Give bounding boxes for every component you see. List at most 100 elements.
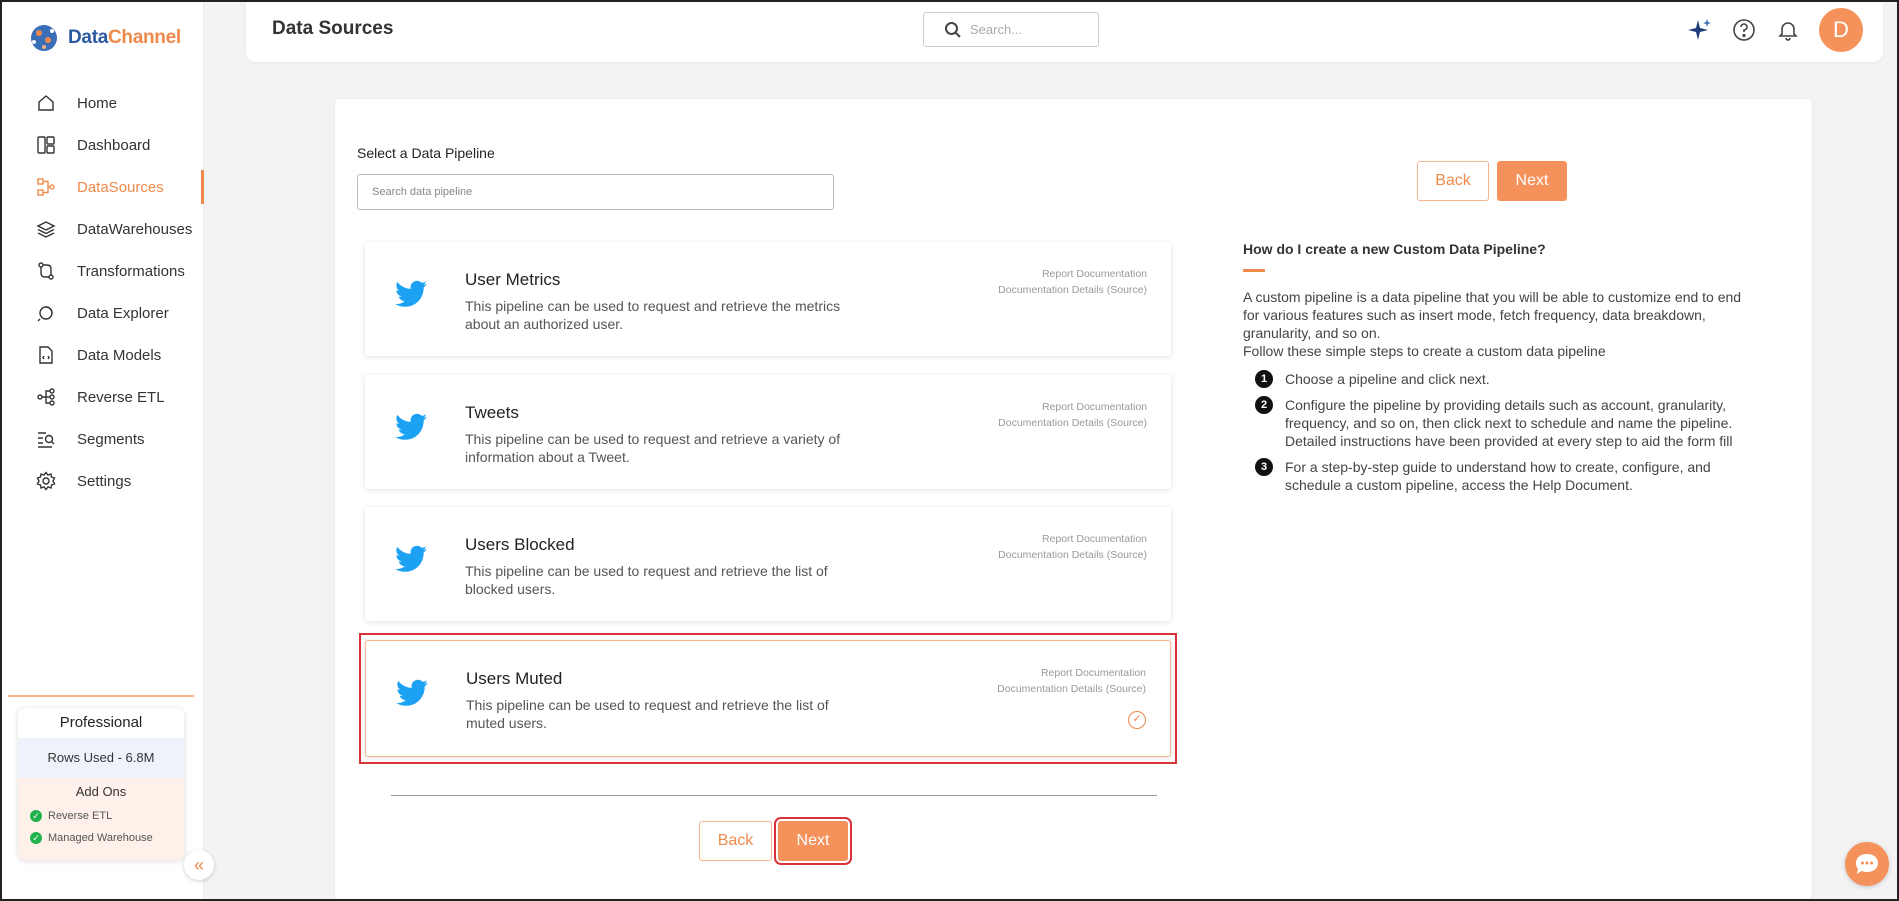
sidebar-item-label: Transformations [77,262,185,280]
pipeline-card-users-muted[interactable]: Users Muted This pipeline can be used to… [365,640,1171,757]
step-number: 1 [1255,370,1273,388]
check-circle-icon: ✓ [1128,711,1146,729]
segments-icon [35,428,57,450]
dashboard-icon [35,134,57,156]
report-documentation-link[interactable]: Report Documentation [998,531,1147,547]
back-button-bottom[interactable]: Back [699,821,772,861]
divider [8,695,194,697]
pipeline-links: Report Documentation Documentation Detai… [998,266,1147,298]
sidebar-item-label: Settings [77,472,132,490]
collapse-sidebar-button[interactable]: « [184,850,214,880]
plan-name: Professional [59,714,143,731]
sidebar: DataChannel Home Dashboard DataSources D… [2,2,204,899]
logo-globe-icon [31,25,57,51]
sidebar-item-data-models[interactable]: Data Models [2,334,204,376]
rows-used: Rows Used - 6.8M [18,738,184,778]
documentation-details-link[interactable]: Documentation Details (Source) [998,282,1147,298]
plan-card: Professional Rows Used - 6.8M Add Ons ✓ … [18,708,184,860]
twitter-icon [395,545,427,572]
gear-icon [35,470,57,492]
chat-button[interactable] [1845,842,1889,886]
sidebar-item-home[interactable]: Home [2,82,204,124]
twitter-icon [396,679,428,706]
sidebar-item-settings[interactable]: Settings [2,460,204,502]
sidebar-item-segments[interactable]: Segments [2,418,204,460]
next-button-top[interactable]: Next [1497,161,1567,201]
sidebar-item-label: Data Models [77,346,162,364]
sidebar-item-data-explorer[interactable]: Data Explorer [2,292,204,334]
bell-icon[interactable] [1775,17,1801,43]
datasources-icon [35,176,57,198]
check-circle-icon: ✓ [30,810,42,822]
back-button-top[interactable]: Back [1417,161,1489,201]
sidebar-item-datasources[interactable]: DataSources [2,166,204,208]
pipeline-description: This pipeline can be used to request and… [465,563,828,597]
help-title: How do I create a new Custom Data Pipeli… [1243,241,1546,257]
avatar[interactable]: D [1819,8,1863,52]
step-text: Choose a pipeline and click next. [1285,371,1490,387]
next-button-bottom[interactable]: Next [774,817,852,865]
pipeline-card-tweets[interactable]: Tweets This pipeline can be used to requ… [365,375,1171,489]
sidebar-item-reverse-etl[interactable]: Reverse ETL [2,376,204,418]
sidebar-nav: Home Dashboard DataSources DataWarehouse… [2,82,204,502]
addon-item: ✓ Managed Warehouse [18,827,184,849]
logo[interactable]: DataChannel [26,20,181,56]
addons-section: Add Ons ✓ Reverse ETL ✓ Managed Warehous… [18,778,184,860]
report-documentation-link[interactable]: Report Documentation [998,266,1147,282]
help-icon[interactable] [1731,17,1757,43]
documentation-details-link[interactable]: Documentation Details (Source) [998,415,1147,431]
help-steps: 1 Choose a pipeline and click next. 2 Co… [1243,370,1753,494]
report-documentation-link[interactable]: Report Documentation [998,399,1147,415]
documentation-details-link[interactable]: Documentation Details (Source) [997,681,1146,697]
reverse-etl-icon [35,386,57,408]
addon-label: Managed Warehouse [48,832,153,844]
pipeline-description: This pipeline can be used to request and… [465,431,841,465]
sidebar-item-label: Dashboard [77,136,151,154]
sidebar-item-label: DataWarehouses [77,220,193,238]
topbar-actions: D [1687,8,1863,52]
topbar: Data Sources Search... D [246,2,1883,62]
search-input[interactable]: Search... [923,12,1099,47]
pipeline-title: Users Muted [466,669,563,688]
report-documentation-link[interactable]: Report Documentation [997,665,1146,681]
step-number: 3 [1255,458,1273,476]
addon-item: ✓ Reverse ETL [18,805,184,827]
search-icon [945,21,961,38]
help-panel: How do I create a new Custom Data Pipeli… [1243,241,1753,494]
twitter-icon [395,413,427,440]
sparkle-icon[interactable] [1687,17,1713,43]
help-follow: Follow these simple steps to create a cu… [1243,343,1606,359]
models-icon [35,344,57,366]
sidebar-item-transformations[interactable]: Transformations [2,250,204,292]
select-pipeline-label: Select a Data Pipeline [357,145,495,161]
sidebar-item-label: Reverse ETL [77,388,165,406]
divider [391,795,1157,796]
sidebar-item-label: DataSources [77,178,164,196]
chat-bubble-icon [1856,854,1878,874]
addons-title: Add Ons [75,784,127,799]
pipeline-links: Report Documentation Documentation Detai… [998,531,1147,563]
step-text: For a step-by-step guide to understand h… [1285,459,1711,493]
pipeline-description: This pipeline can be used to request and… [465,298,841,332]
pipeline-search-input[interactable]: Search data pipeline [357,174,834,210]
pipeline-links: Report Documentation Documentation Detai… [997,665,1146,697]
sidebar-item-dashboard[interactable]: Dashboard [2,124,204,166]
sidebar-item-datawarehouses[interactable]: DataWarehouses [2,208,204,250]
help-step: 3 For a step-by-step guide to understand… [1243,458,1753,494]
pipeline-description: This pipeline can be used to request and… [466,697,829,731]
logo-text: DataChannel [68,27,181,48]
documentation-details-link[interactable]: Documentation Details (Source) [998,547,1147,563]
search-placeholder: Search... [970,22,1023,37]
pipeline-title: Tweets [465,403,519,422]
twitter-icon [395,280,427,307]
pipeline-card-user-metrics[interactable]: User Metrics This pipeline can be used t… [365,242,1171,356]
help-intro: A custom pipeline is a data pipeline tha… [1243,289,1742,341]
help-step: 1 Choose a pipeline and click next. [1243,370,1753,388]
main-panel: Select a Data Pipeline Search data pipel… [335,99,1812,899]
pipeline-card-users-blocked[interactable]: Users Blocked This pipeline can be used … [365,507,1171,621]
home-icon [35,92,57,114]
help-step: 2 Configure the pipeline by providing de… [1243,396,1753,450]
sidebar-item-label: Data Explorer [77,304,169,322]
sidebar-item-label: Segments [77,430,145,448]
pipeline-links: Report Documentation Documentation Detai… [998,399,1147,431]
